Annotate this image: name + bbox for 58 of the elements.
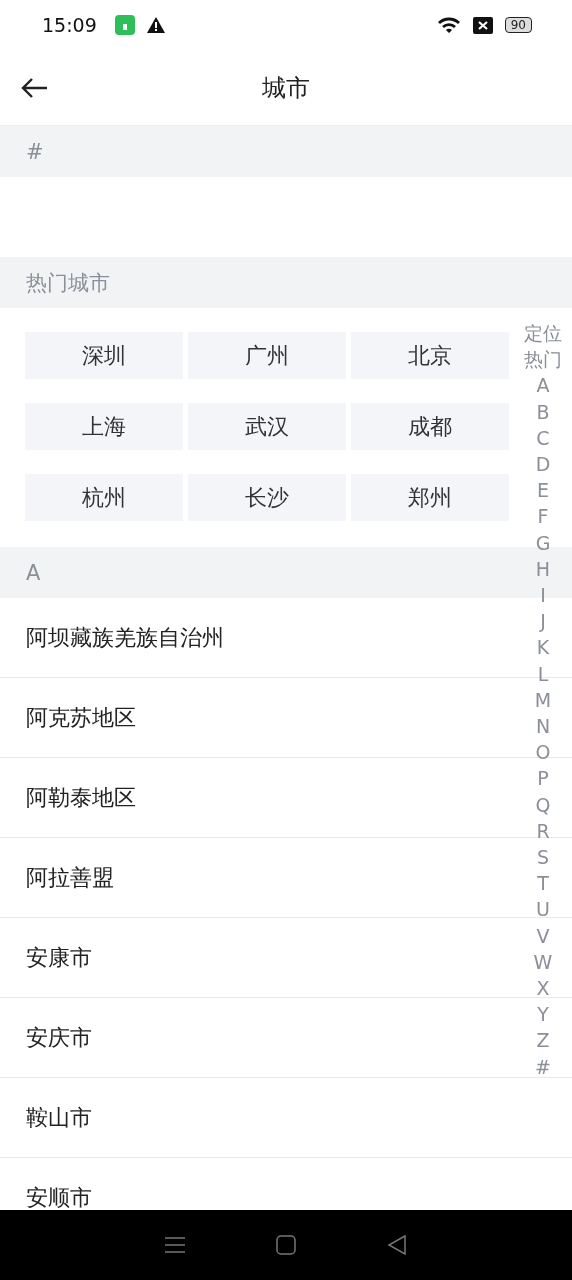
index-letter[interactable]: # — [535, 1053, 551, 1080]
index-letter[interactable]: N — [535, 713, 551, 740]
city-chip[interactable]: 长沙 — [188, 474, 346, 521]
index-letter[interactable]: J — [540, 608, 546, 635]
index-letter[interactable]: A — [536, 372, 550, 399]
wifi-icon — [436, 16, 461, 34]
city-name[interactable]: 安康市 — [26, 942, 92, 973]
index-letter[interactable]: P — [537, 765, 549, 792]
index-letter[interactable]: T — [537, 870, 549, 897]
city-chip[interactable]: 杭州 — [25, 474, 183, 521]
index-letter[interactable]: I — [540, 582, 546, 609]
index-letter[interactable]: H — [535, 555, 551, 583]
city-name[interactable]: 鞍山市 — [26, 1102, 92, 1133]
sim-off-icon — [472, 16, 493, 34]
index-letter[interactable]: L — [537, 660, 549, 687]
section-header: 热门城市 — [0, 257, 572, 308]
app-notification-icon — [114, 15, 135, 35]
city-chip[interactable]: 郑州 — [351, 474, 509, 521]
city-name[interactable]: 阿坝藏族羌族自治州 — [26, 622, 224, 653]
index-letter[interactable]: F — [537, 503, 549, 530]
index-letter[interactable]: C — [536, 424, 550, 451]
warning-icon — [146, 17, 165, 33]
city-chip[interactable]: 北京 — [351, 332, 509, 379]
city-chip[interactable]: 深圳 — [25, 332, 183, 379]
index-letter[interactable]: B — [536, 398, 550, 425]
city-name[interactable]: 阿克苏地区 — [26, 702, 136, 733]
index-letter[interactable]: Y — [537, 1001, 549, 1028]
section-header: # — [0, 126, 572, 177]
index-letter[interactable]: X — [536, 975, 550, 1002]
city-chip[interactable]: 广州 — [188, 332, 346, 379]
index-letter[interactable]: M — [534, 686, 552, 714]
index-letter[interactable]: Z — [536, 1027, 550, 1054]
status-time: 15:09 — [42, 14, 97, 36]
city-name[interactable]: 安顺市 — [26, 1182, 92, 1210]
city-name[interactable]: 阿拉善盟 — [26, 862, 114, 893]
index-letter[interactable]: 热门 — [524, 346, 562, 373]
city-chip[interactable]: 武汉 — [188, 403, 346, 450]
city-chip[interactable]: 成都 — [351, 403, 509, 450]
city-name[interactable]: 阿勒泰地区 — [26, 782, 136, 813]
index-letter[interactable]: W — [533, 948, 553, 976]
index-letter[interactable]: U — [536, 896, 550, 923]
index-letter[interactable]: R — [536, 817, 550, 845]
index-letter[interactable]: S — [536, 844, 550, 871]
index-letter[interactable]: V — [536, 922, 550, 949]
page-title: 城市 — [262, 72, 310, 104]
back-icon[interactable] — [386, 1235, 407, 1255]
city-chip[interactable]: 上海 — [25, 403, 183, 450]
city-name[interactable]: 安庆市 — [26, 1022, 92, 1053]
index-letter[interactable]: G — [535, 529, 551, 556]
home-icon[interactable] — [276, 1235, 296, 1255]
index-letter[interactable]: D — [535, 451, 551, 478]
index-letter[interactable]: K — [536, 634, 550, 661]
menu-icon[interactable] — [165, 1236, 186, 1254]
index-letter[interactable]: Q — [535, 791, 551, 818]
battery-level: 90 — [504, 17, 532, 33]
index-letter[interactable]: E — [537, 477, 549, 504]
index-letter[interactable]: 定位 — [524, 320, 562, 347]
index-letter[interactable]: O — [535, 739, 551, 766]
